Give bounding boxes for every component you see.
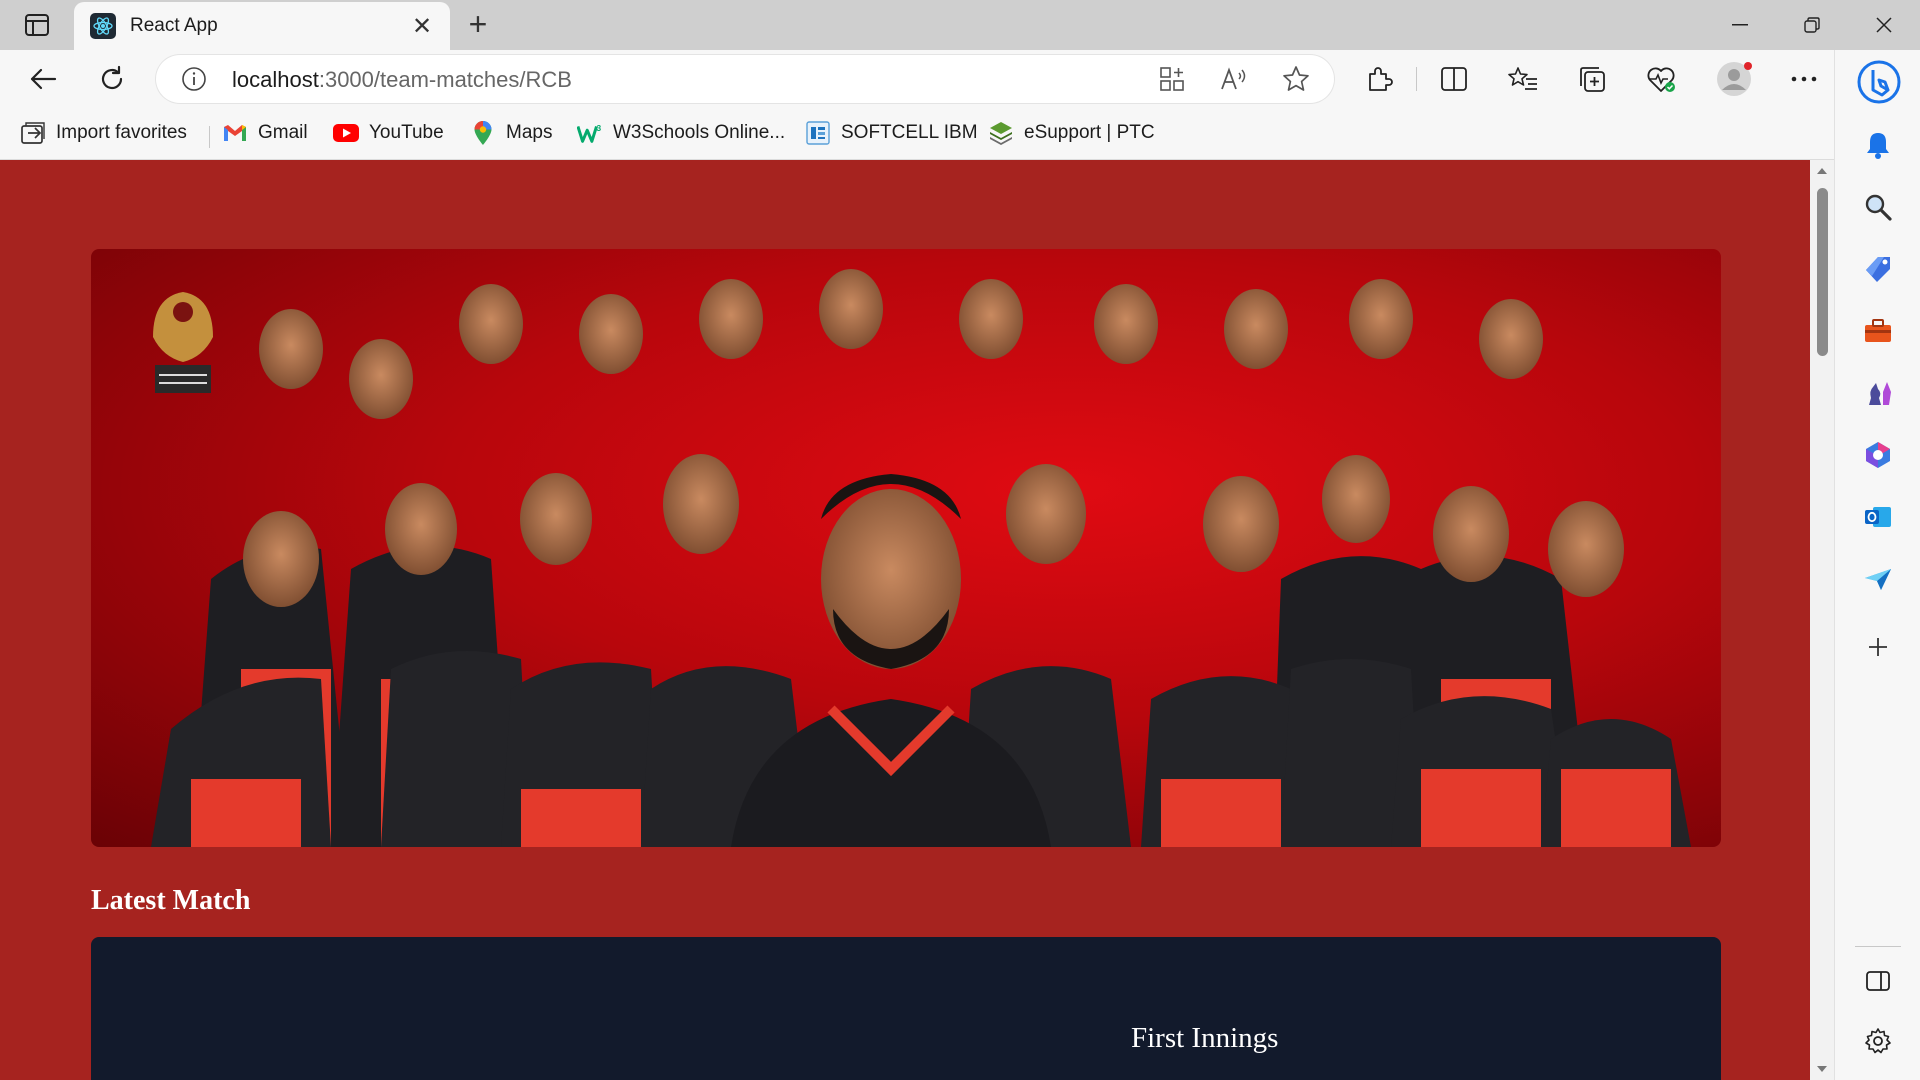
youtube-icon — [333, 120, 359, 146]
w3schools-icon: 3 — [577, 120, 603, 146]
fav-youtube[interactable]: YouTube — [333, 118, 444, 148]
hide-sidebar-icon[interactable] — [1861, 964, 1895, 998]
fav-maps[interactable]: Maps — [470, 118, 552, 148]
favorites-icon[interactable] — [1506, 62, 1540, 96]
scroll-down-arrow-icon[interactable] — [1814, 1062, 1830, 1076]
scroll-up-arrow-icon[interactable] — [1814, 164, 1830, 178]
fav-label: Import favorites — [56, 122, 187, 143]
tab-actions-icon[interactable] — [20, 12, 54, 38]
softcell-icon — [805, 120, 831, 146]
search-icon[interactable] — [1861, 190, 1895, 224]
gmail-icon — [222, 120, 248, 146]
sidebar-settings-gear-icon[interactable] — [1861, 1024, 1895, 1058]
extensions-icon[interactable] — [1362, 62, 1396, 96]
url-text[interactable]: localhost:3000/team-matches/RCB — [232, 67, 572, 93]
svg-text:3: 3 — [597, 123, 602, 133]
minimize-icon[interactable] — [1720, 10, 1760, 40]
url-path: :3000/team-matches/RCB — [318, 67, 572, 92]
restore-icon[interactable] — [1792, 10, 1832, 40]
notifications-bell-icon[interactable] — [1861, 128, 1895, 162]
react-icon — [90, 13, 116, 39]
toolbar-divider — [1416, 67, 1417, 91]
fav-softcell-ibm[interactable]: SOFTCELL IBM — [805, 118, 978, 148]
fav-esupport-ptc[interactable]: eSupport | PTC — [988, 118, 1155, 148]
maps-icon — [470, 120, 496, 146]
rcb-crest-icon — [153, 292, 213, 393]
add-sidebar-app-icon[interactable] — [1861, 630, 1895, 664]
page-viewport: Latest Match First Innings — [0, 160, 1810, 1080]
back-icon[interactable] — [26, 62, 60, 96]
import-icon — [20, 120, 46, 146]
fav-w3schools[interactable]: 3 W3Schools Online... — [577, 118, 785, 148]
team-photo-icon — [151, 269, 1691, 847]
app-available-icon[interactable] — [1156, 63, 1188, 95]
tools-briefcase-icon[interactable] — [1861, 314, 1895, 348]
collections-icon[interactable] — [1575, 62, 1609, 96]
page-scrollbar[interactable] — [1810, 160, 1834, 1080]
browser-tab[interactable]: React App ✕ — [74, 2, 450, 50]
split-screen-icon[interactable] — [1437, 62, 1471, 96]
microsoft-365-icon[interactable] — [1861, 438, 1895, 472]
profile-avatar-icon[interactable] — [1714, 59, 1754, 99]
fav-label: Gmail — [258, 122, 308, 143]
fav-import-favorites[interactable]: Import favorites — [20, 118, 187, 148]
games-chess-icon[interactable] — [1861, 376, 1895, 410]
fav-label: SOFTCELL IBM — [841, 122, 978, 143]
more-options-icon[interactable] — [1787, 62, 1821, 96]
latest-match-card[interactable] — [91, 937, 1721, 1080]
bing-chat-icon[interactable] — [1857, 60, 1901, 104]
fav-label: eSupport | PTC — [1024, 122, 1155, 143]
latest-match-heading: Latest Match — [91, 885, 251, 916]
address-bar[interactable]: localhost:3000/team-matches/RCB — [156, 55, 1334, 103]
favorites-bar: Import favorites Gmail YouTube Maps 3 W3… — [0, 108, 1920, 160]
fav-label: Maps — [506, 122, 553, 143]
url-host: localhost — [232, 67, 319, 92]
scroll-thumb[interactable] — [1817, 188, 1828, 356]
title-bar: React App ✕ + — [0, 0, 1920, 50]
read-aloud-icon[interactable] — [1218, 63, 1250, 95]
tab-title: React App — [130, 15, 218, 36]
browser-essentials-icon[interactable] — [1644, 62, 1678, 96]
sidebar-divider — [1855, 946, 1901, 947]
team-hero-image — [91, 249, 1721, 847]
first-innings-label: First Innings — [1131, 1022, 1279, 1054]
close-window-icon[interactable] — [1864, 10, 1904, 40]
outlook-icon[interactable] — [1861, 500, 1895, 534]
shopping-tag-icon[interactable] — [1861, 252, 1895, 286]
new-tab-button[interactable]: + — [462, 8, 494, 41]
refresh-icon[interactable] — [95, 62, 129, 96]
favorites-separator — [209, 126, 210, 148]
site-info-icon[interactable] — [178, 63, 210, 95]
fav-gmail[interactable]: Gmail — [222, 118, 308, 148]
favorite-star-icon[interactable] — [1280, 63, 1312, 95]
esupport-icon — [988, 120, 1014, 146]
close-tab-icon[interactable]: ✕ — [410, 12, 434, 41]
browser-toolbar: localhost:3000/team-matches/RCB — [0, 50, 1920, 108]
fav-label: YouTube — [369, 122, 444, 143]
edge-sidebar — [1834, 50, 1920, 1080]
send-drop-icon[interactable] — [1861, 562, 1895, 596]
fav-label: W3Schools Online... — [613, 122, 786, 143]
